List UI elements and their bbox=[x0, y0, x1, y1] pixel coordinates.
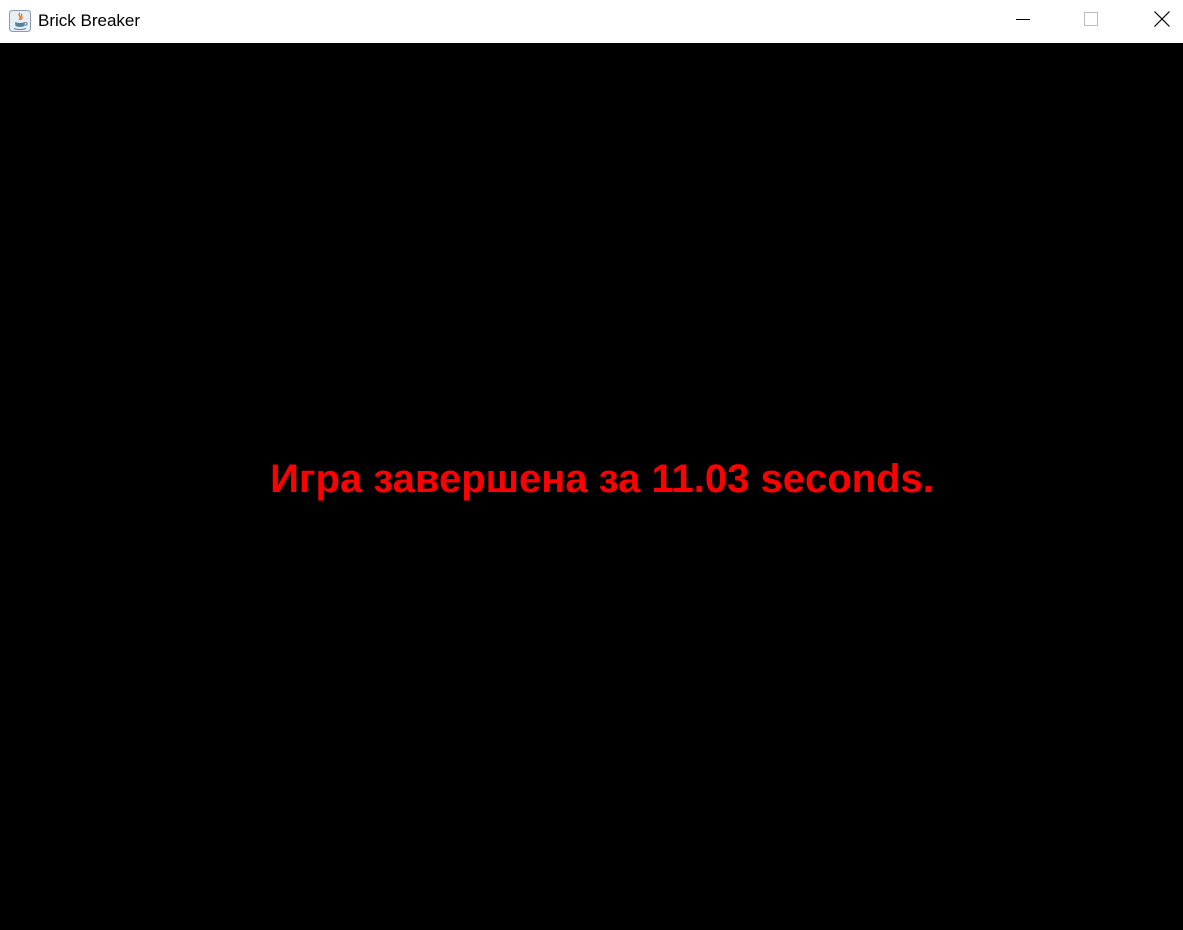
maximize-icon bbox=[1083, 11, 1099, 32]
minimize-icon bbox=[1016, 12, 1030, 31]
title-bar[interactable]: Brick Breaker bbox=[0, 0, 1183, 43]
maximize-button[interactable] bbox=[1068, 0, 1114, 43]
game-over-message: Игра завершена за 11.03 seconds. bbox=[270, 457, 934, 501]
close-icon bbox=[1154, 11, 1170, 32]
close-button[interactable] bbox=[1139, 0, 1183, 43]
window-title: Brick Breaker bbox=[38, 11, 141, 30]
minimize-button[interactable] bbox=[1000, 0, 1046, 43]
java-icon[interactable] bbox=[9, 10, 31, 32]
game-window: Brick Breaker Игра завершена за 11.03 se… bbox=[0, 0, 1183, 930]
game-canvas[interactable]: Игра завершена за 11.03 seconds. bbox=[0, 43, 1183, 930]
